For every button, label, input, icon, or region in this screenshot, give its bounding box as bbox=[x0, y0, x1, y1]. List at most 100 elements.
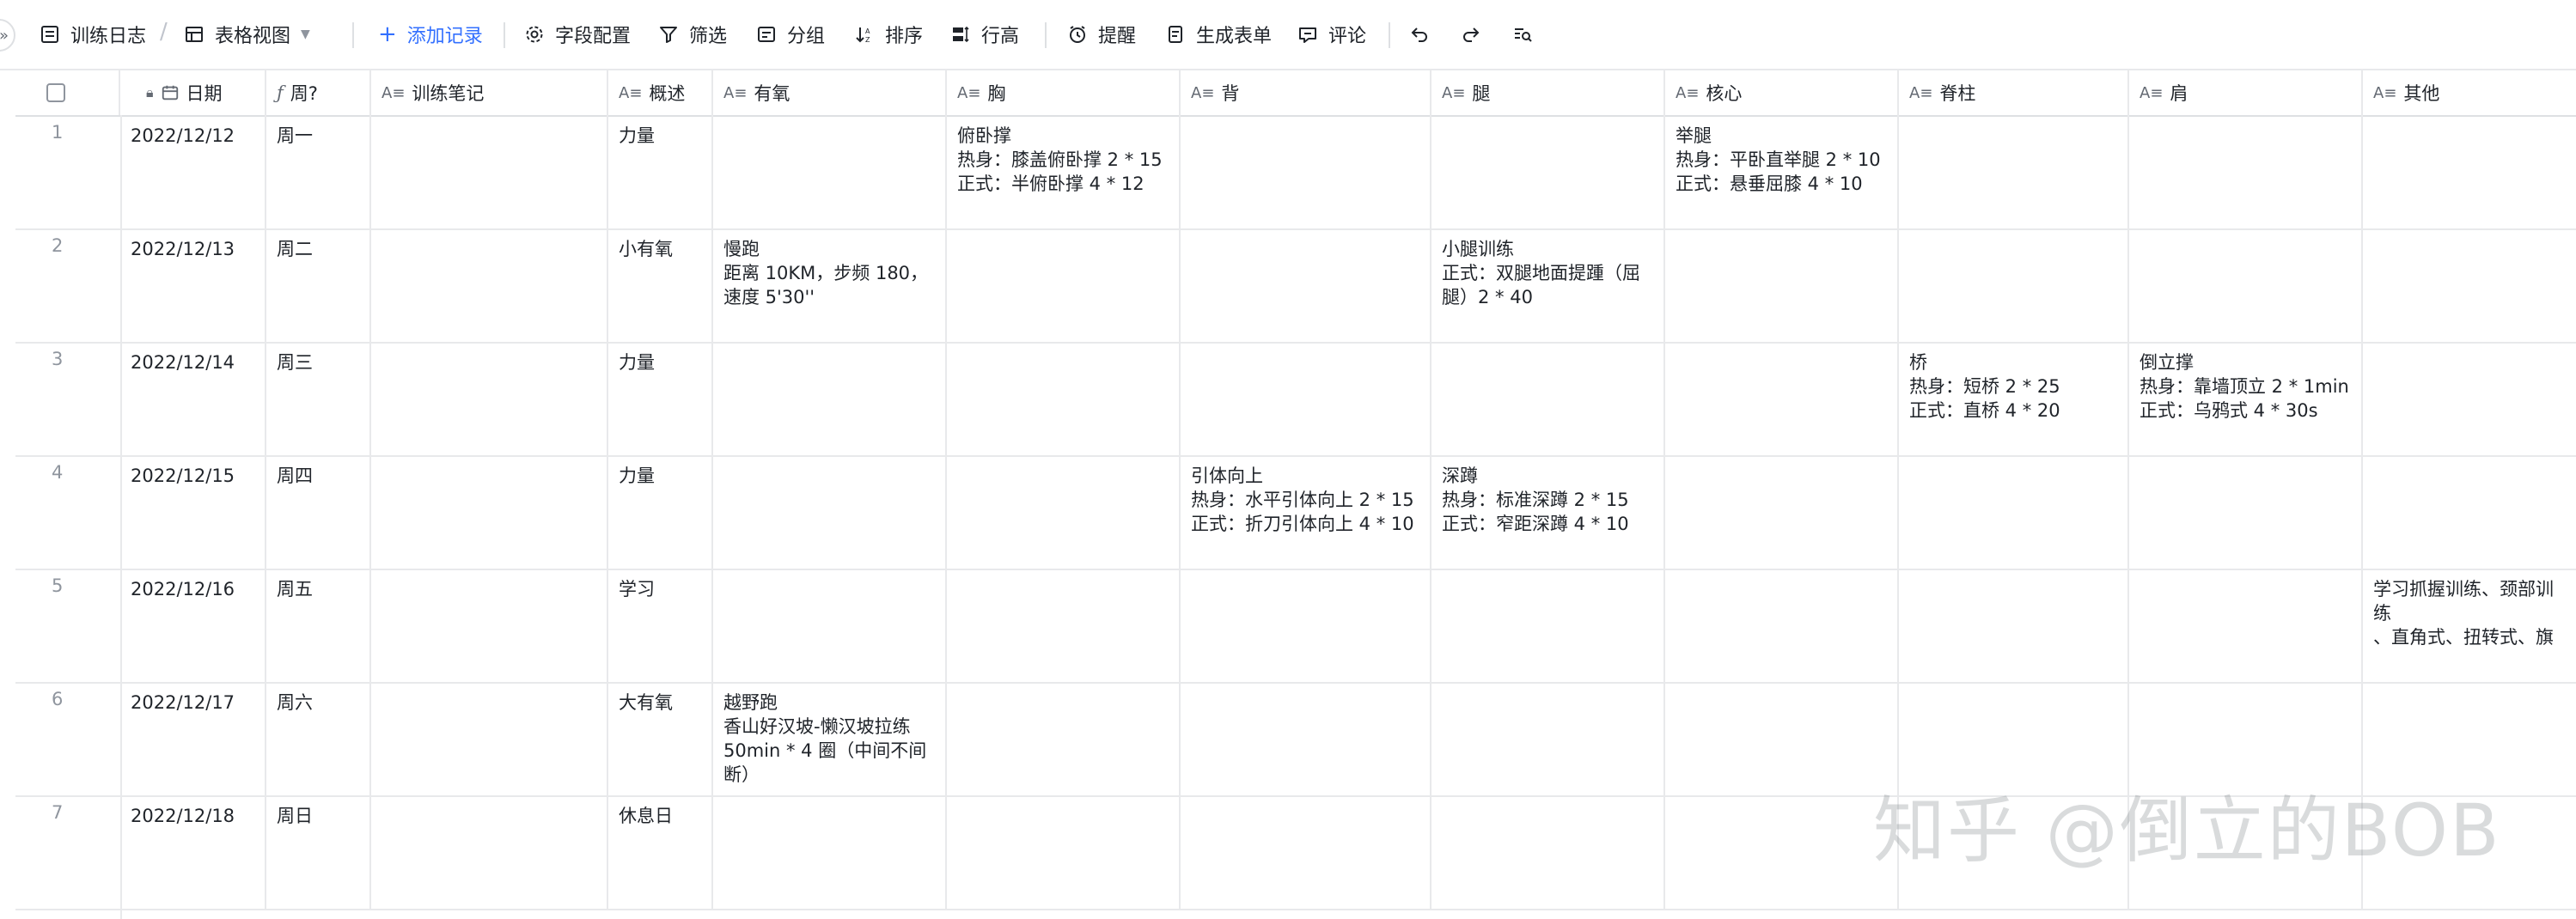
cell-weekday[interactable]: 周日 bbox=[266, 795, 371, 909]
col-header-notes[interactable]: A≡ 训练笔记 bbox=[371, 70, 608, 115]
cell-chest[interactable] bbox=[947, 228, 1181, 342]
cell-date[interactable]: 2022/12/15 bbox=[120, 455, 266, 569]
comment-button[interactable]: 评论 bbox=[1297, 0, 1366, 69]
search-button[interactable] bbox=[1512, 0, 1533, 69]
cell-chest[interactable]: 俯卧撑 热身：膝盖俯卧撑 2 * 15 正式：半俯卧撑 4 * 12 bbox=[947, 115, 1181, 228]
cell-legs[interactable]: 小腿训练 正式：双腿地面提踵（屈 腿）2 * 40 bbox=[1431, 228, 1665, 342]
cell-summary[interactable]: 休息日 bbox=[608, 795, 713, 909]
col-header-date[interactable]: 🔒︎ 日期 bbox=[120, 70, 266, 115]
cell-legs[interactable] bbox=[1431, 682, 1665, 795]
cell-cardio[interactable]: 慢跑 距离 10KM，步频 180， 速度 5'30'' bbox=[713, 228, 947, 342]
cell-back[interactable]: 引体向上 热身：水平引体向上 2 * 15 正式：折刀引体向上 4 * 10 bbox=[1181, 455, 1431, 569]
cell-notes[interactable] bbox=[371, 342, 608, 455]
cell-back[interactable] bbox=[1181, 115, 1431, 228]
cell-core[interactable] bbox=[1665, 342, 1899, 455]
redo-button[interactable] bbox=[1461, 0, 1481, 69]
cell-core[interactable] bbox=[1665, 795, 1899, 909]
cell-notes[interactable] bbox=[371, 682, 608, 795]
cell-notes[interactable] bbox=[371, 569, 608, 682]
cell-legs[interactable] bbox=[1431, 569, 1665, 682]
col-header-cardio[interactable]: A≡ 有氧 bbox=[713, 70, 947, 115]
cell-weekday[interactable]: 周二 bbox=[266, 228, 371, 342]
generate-form-button[interactable]: 生成表单 bbox=[1165, 0, 1272, 69]
cell-shoulder[interactable] bbox=[2129, 115, 2363, 228]
cell-date[interactable]: 2022/12/14 bbox=[120, 342, 266, 455]
cell-date[interactable]: 2022/12/13 bbox=[120, 228, 266, 342]
cell-summary[interactable]: 学习 bbox=[608, 569, 713, 682]
sort-button[interactable]: AZ 排序 bbox=[854, 0, 923, 69]
cell-spine[interactable] bbox=[1899, 228, 2129, 342]
cell-spine[interactable] bbox=[1899, 455, 2129, 569]
cell-summary[interactable]: 力量 bbox=[608, 455, 713, 569]
cell-summary[interactable]: 大有氧 bbox=[608, 682, 713, 795]
cell-spine[interactable]: 桥 热身：短桥 2 * 25 正式：直桥 4 * 20 bbox=[1899, 342, 2129, 455]
cell-shoulder[interactable] bbox=[2129, 455, 2363, 569]
table-row[interactable]: 5 2022/12/16 周五 学习 学习抓握训练、颈部训练 、直角式、扭转式、旗 bbox=[15, 569, 2576, 684]
table-row[interactable]: 1 2022/12/12 周一 力量 俯卧撑 热身：膝盖俯卧撑 2 * 15 正式：半俯… bbox=[15, 115, 2576, 230]
table-title[interactable]: 训练日志 bbox=[40, 0, 146, 69]
view-switcher[interactable]: 表格视图 ▼ bbox=[184, 0, 310, 69]
cell-shoulder[interactable] bbox=[2129, 228, 2363, 342]
cell-shoulder[interactable]: 倒立撑 热身：靠墙顶立 2 * 1min 正式：乌鸦式 4 * 30s bbox=[2129, 342, 2363, 455]
undo-button[interactable] bbox=[1409, 0, 1430, 69]
cell-shoulder[interactable] bbox=[2129, 569, 2363, 682]
cell-weekday[interactable]: 周一 bbox=[266, 115, 371, 228]
col-header-legs[interactable]: A≡ 腿 bbox=[1431, 70, 1665, 115]
cell-other[interactable] bbox=[2363, 455, 2576, 569]
cell-core[interactable] bbox=[1665, 228, 1899, 342]
col-header-back[interactable]: A≡ 背 bbox=[1181, 70, 1431, 115]
row-height-button[interactable]: 行高 bbox=[950, 0, 1019, 69]
cell-weekday[interactable]: 周四 bbox=[266, 455, 371, 569]
cell-back[interactable] bbox=[1181, 795, 1431, 909]
col-header-summary[interactable]: A≡ 概述 bbox=[608, 70, 713, 115]
cell-date[interactable]: 2022/12/18 bbox=[120, 795, 266, 909]
cell-core[interactable]: 举腿 热身：平卧直举腿 2 * 10 正式：悬垂屈膝 4 * 10 bbox=[1665, 115, 1899, 228]
cell-other[interactable] bbox=[2363, 342, 2576, 455]
cell-cardio[interactable]: 越野跑 香山好汉坡-懒汉坡拉练 50min * 4 圈（中间不间 断） bbox=[713, 682, 947, 795]
cell-legs[interactable] bbox=[1431, 115, 1665, 228]
col-header-weekday[interactable]: ƒ 周? bbox=[266, 70, 371, 115]
table-row[interactable]: 4 2022/12/15 周四 力量 引体向上 热身：水平引体向上 2 * 15 正式：… bbox=[15, 455, 2576, 570]
cell-notes[interactable] bbox=[371, 228, 608, 342]
cell-cardio[interactable] bbox=[713, 455, 947, 569]
cell-legs[interactable] bbox=[1431, 795, 1665, 909]
cell-legs[interactable]: 深蹲 热身：标准深蹲 2 * 15 正式：窄距深蹲 4 * 10 bbox=[1431, 455, 1665, 569]
cell-chest[interactable] bbox=[947, 342, 1181, 455]
col-header-spine[interactable]: A≡ 脊柱 bbox=[1899, 70, 2129, 115]
col-header-other[interactable]: A≡ 其他 bbox=[2363, 70, 2576, 115]
cell-notes[interactable] bbox=[371, 115, 608, 228]
cell-core[interactable] bbox=[1665, 455, 1899, 569]
cell-other[interactable] bbox=[2363, 115, 2576, 228]
cell-core[interactable] bbox=[1665, 682, 1899, 795]
cell-core[interactable] bbox=[1665, 569, 1899, 682]
cell-chest[interactable] bbox=[947, 455, 1181, 569]
cell-chest[interactable] bbox=[947, 569, 1181, 682]
expand-sidebar-button[interactable]: » bbox=[0, 19, 15, 52]
cell-cardio[interactable] bbox=[713, 795, 947, 909]
cell-chest[interactable] bbox=[947, 795, 1181, 909]
cell-back[interactable] bbox=[1181, 228, 1431, 342]
col-header-chest[interactable]: A≡ 胸 bbox=[947, 70, 1181, 115]
cell-weekday[interactable]: 周六 bbox=[266, 682, 371, 795]
cell-spine[interactable] bbox=[1899, 569, 2129, 682]
cell-summary[interactable]: 力量 bbox=[608, 342, 713, 455]
cell-other[interactable] bbox=[2363, 228, 2576, 342]
cell-back[interactable] bbox=[1181, 569, 1431, 682]
table-row[interactable]: 2 2022/12/13 周二 小有氧 慢跑 距离 10KM，步频 180， 速度 5'… bbox=[15, 228, 2576, 344]
cell-other[interactable]: 学习抓握训练、颈部训练 、直角式、扭转式、旗 bbox=[2363, 569, 2576, 682]
cell-notes[interactable] bbox=[371, 455, 608, 569]
cell-chest[interactable] bbox=[947, 682, 1181, 795]
cell-summary[interactable]: 小有氧 bbox=[608, 228, 713, 342]
filter-button[interactable]: 筛选 bbox=[658, 0, 727, 69]
cell-cardio[interactable] bbox=[713, 342, 947, 455]
cell-summary[interactable]: 力量 bbox=[608, 115, 713, 228]
add-record-button[interactable]: + 添加记录 bbox=[378, 0, 483, 69]
cell-weekday[interactable]: 周三 bbox=[266, 342, 371, 455]
cell-back[interactable] bbox=[1181, 682, 1431, 795]
col-header-shoulder[interactable]: A≡ 肩 bbox=[2129, 70, 2363, 115]
cell-date[interactable]: 2022/12/12 bbox=[120, 115, 266, 228]
group-button[interactable]: 分组 bbox=[756, 0, 825, 69]
cell-notes[interactable] bbox=[371, 795, 608, 909]
reminder-button[interactable]: 提醒 bbox=[1067, 0, 1136, 69]
cell-spine[interactable] bbox=[1899, 115, 2129, 228]
